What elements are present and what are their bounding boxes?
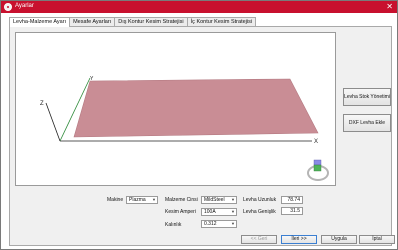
material-label: Malzeme Cinsi [165,197,198,203]
sheet-width-input[interactable]: 31.5 [281,207,303,215]
3d-viewport[interactable]: X Y Z [15,32,336,186]
app-icon [4,3,12,11]
chevron-down-icon: ▼ [231,209,235,214]
thickness-select[interactable]: 0.312 ▼ [201,220,237,228]
settings-window: Ayarlar ✕ Levha-Malzeme Ayarı Mesafe Aya… [0,0,398,250]
back-button[interactable]: << Geri [241,235,277,244]
viewport-canvas: X Y Z [40,76,329,181]
tab-distance-settings[interactable]: Mesafe Ayarları [69,17,116,26]
dxf-sheet-add-button[interactable]: DXF Levha Ekle [343,114,391,132]
material-select[interactable]: MildSteel ▼ [201,196,237,204]
sheet-width-label: Levha Genişlik [243,209,276,215]
next-button[interactable]: İleri >> [281,235,317,244]
cancel-button[interactable]: İptal [359,235,395,244]
settings-form: Makine Plazma ▼ Malzeme Cinsi MildSteel … [99,189,311,231]
sheet-plate [73,78,319,138]
view-cube-icon[interactable] [307,159,329,181]
sheet-length-label: Levha Uzunluk [243,197,277,203]
tab-outer-contour-strategy[interactable]: Dış Kontur Kesim Stratejisi [114,17,188,26]
cutting-current-label: Kesim Amperi [165,209,196,215]
z-axis-label: Z [40,101,44,107]
title-bar: Ayarlar ✕ [1,1,397,13]
apply-button[interactable]: Uygula [321,235,357,244]
machine-select[interactable]: Plazma ▼ [126,196,158,204]
close-button[interactable]: ✕ [386,2,393,12]
cutting-current-select[interactable]: 100A ▼ [201,208,237,216]
chevron-down-icon: ▼ [231,197,235,202]
window-title: Ayarlar [15,3,34,9]
machine-label: Makine [107,197,124,203]
chevron-down-icon: ▼ [231,221,235,226]
tab-inner-contour-strategy[interactable]: İç Kontur Kesim Stratejisi [186,17,257,26]
sheet-length-input[interactable]: 78.74 [281,196,303,204]
machine-select-value: Plazma [129,197,146,203]
sheet-stock-management-button[interactable]: Levha Stok Yönetimi [343,88,391,106]
tab-sheet-material[interactable]: Levha-Malzeme Ayarı [9,17,71,27]
thickness-select-value: 0.312 [204,221,217,227]
tab-strip: Levha-Malzeme Ayarı Mesafe Ayarları Dış … [9,17,257,27]
cutting-current-select-value: 100A [204,209,216,215]
z-axis-line [45,102,61,142]
x-axis-label: X [314,139,318,145]
material-select-value: MildSteel [204,197,225,203]
chevron-down-icon: ▼ [152,197,156,202]
thickness-label: Kalınlık [165,222,182,228]
